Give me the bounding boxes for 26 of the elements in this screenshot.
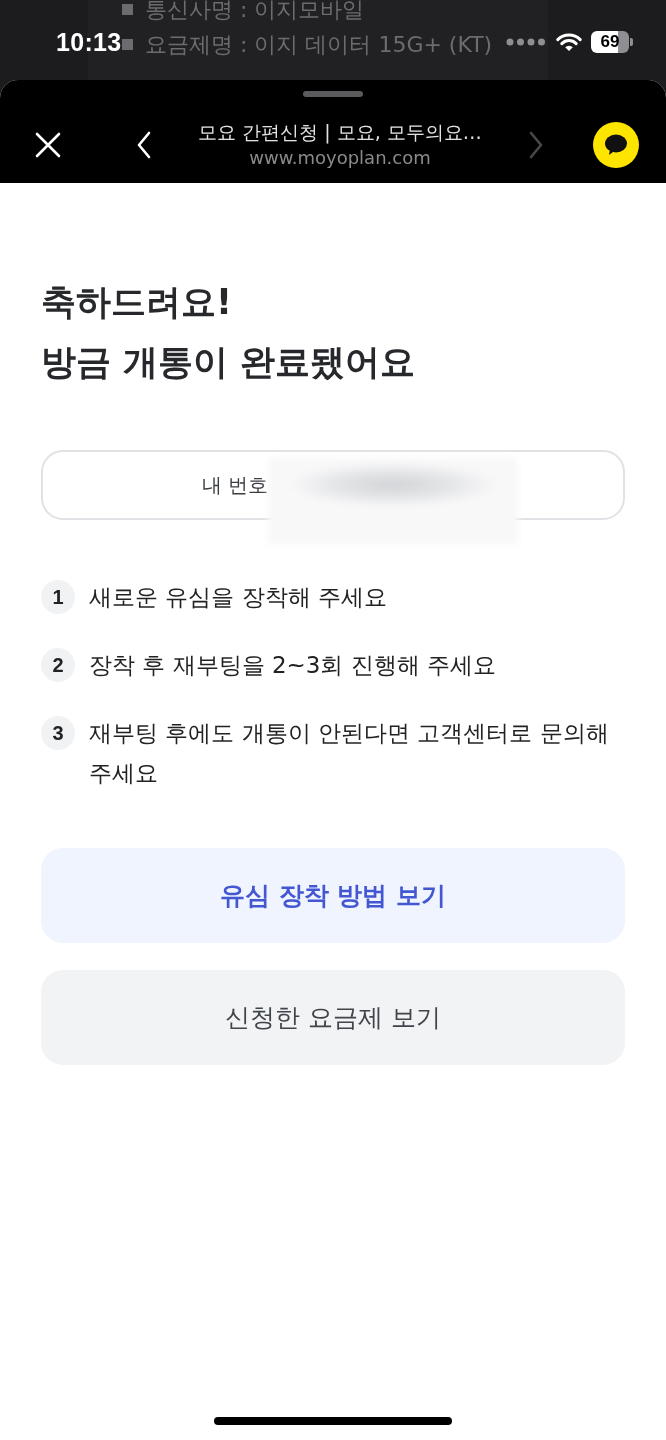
status-time: 10:13	[56, 27, 122, 57]
battery-indicator: 69	[591, 31, 633, 53]
page-title: 모요 간편신청 | 모요, 모두의요…	[198, 120, 482, 145]
heading-line: 방금 개통이 완료됐어요	[41, 341, 416, 384]
chat-bubble-icon	[593, 122, 639, 168]
step-number: 3	[41, 716, 75, 750]
heading-line: 축하드려요!	[41, 281, 232, 324]
step-text: 재부팅 후에도 개통이 안된다면 고객센터로 문의해 주세요	[89, 719, 610, 788]
step-number: 1	[41, 580, 75, 614]
background-text: 요금제명 : 이지 데이터 15G+ (KT)	[145, 30, 493, 59]
bullet-icon	[122, 39, 133, 50]
step-number: 2	[41, 648, 75, 682]
wifi-icon	[556, 32, 582, 52]
chevron-left-icon	[136, 131, 152, 159]
background-text: 통신사명 : 이지모바일	[145, 0, 365, 24]
page-url: www.moyoplan.com	[249, 146, 431, 170]
step-text: 장착 후 재부팅을 2~3회 진행해 주세요	[89, 651, 497, 680]
cellular-signal-icon	[506, 38, 546, 46]
chat-button[interactable]	[593, 122, 639, 168]
chevron-right-icon	[528, 131, 544, 159]
step-text: 새로운 유심을 장착해 주세요	[89, 583, 387, 612]
number-label: 내 번호	[201, 471, 269, 499]
sim-guide-button[interactable]: 유심 장착 방법 보기	[41, 848, 625, 943]
bullet-icon	[122, 4, 133, 15]
close-icon	[35, 132, 61, 158]
view-plan-button[interactable]: 신청한 요금제 보기	[41, 970, 625, 1065]
